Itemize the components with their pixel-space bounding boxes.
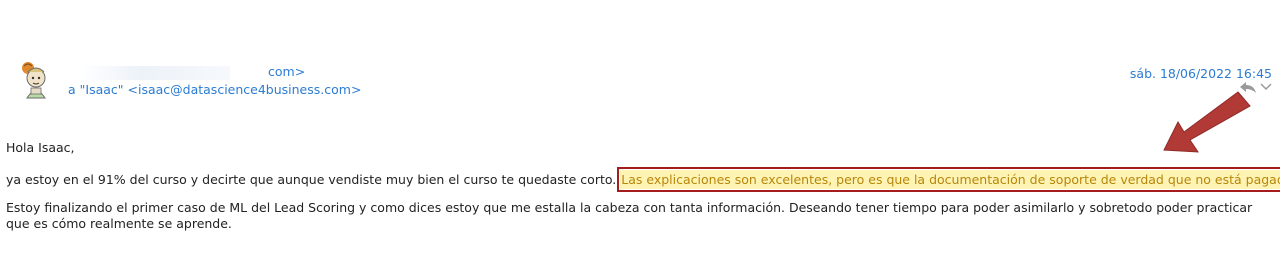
highlighted-quote: Las explicaciones son excelentes, pero e… bbox=[617, 167, 1280, 192]
redacted-sender-name bbox=[80, 65, 230, 80]
recipient-address[interactable]: a "Isaac" <isaac@datascience4business.co… bbox=[68, 82, 361, 97]
email-header: com> a "Isaac" <isaac@datascience4busine… bbox=[0, 0, 1280, 110]
paragraph-1: ya estoy en el 91% del curso y decirte q… bbox=[6, 167, 1280, 192]
chevron-down-icon[interactable] bbox=[1260, 83, 1272, 91]
paragraph-1-text: ya estoy en el 91% del curso y decirte q… bbox=[6, 172, 617, 187]
email-date: sáb. 18/06/2022 16:45 bbox=[1129, 66, 1272, 81]
email-body: Hola Isaac, ya estoy en el 91% del curso… bbox=[6, 140, 1280, 232]
sender-domain-suffix: com> bbox=[268, 64, 306, 79]
paragraph-2: Estoy finalizando el primer caso de ML d… bbox=[6, 200, 1253, 231]
avatar[interactable] bbox=[16, 58, 56, 102]
greeting: Hola Isaac, bbox=[6, 140, 75, 155]
sender-address[interactable]: com> bbox=[80, 64, 305, 80]
